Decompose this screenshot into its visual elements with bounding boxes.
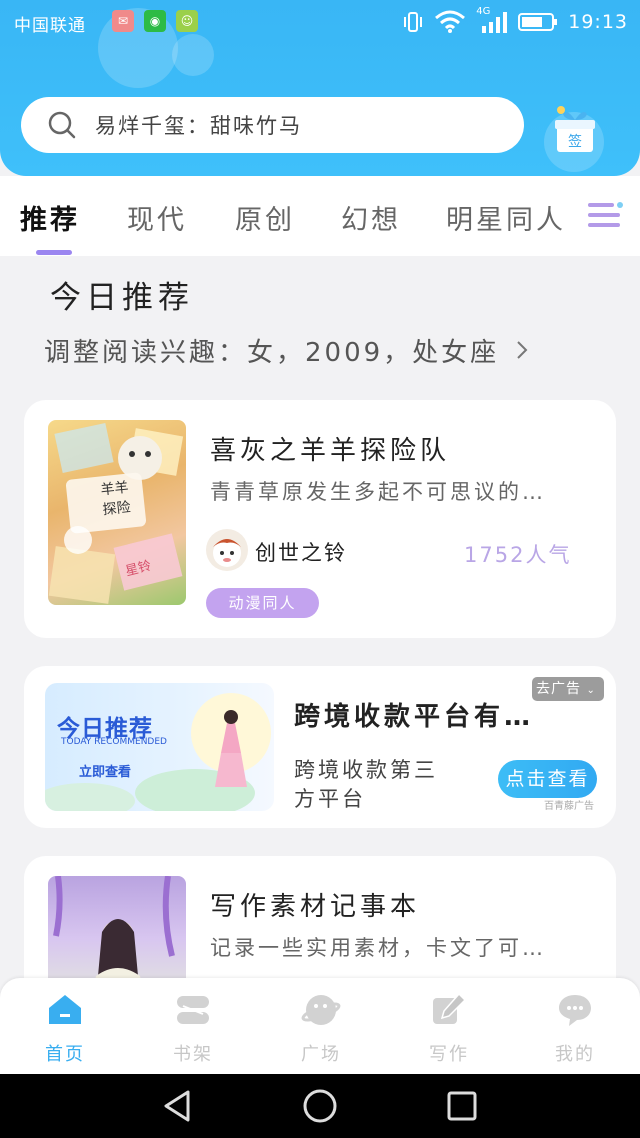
tab-menu-button[interactable] bbox=[578, 198, 630, 234]
nav-profile[interactable]: 我的 bbox=[535, 986, 615, 1068]
header: 中国联通 ✉ ◉ ☺ 4G 19:13 易烊千玺：甜味竹马 签 bbox=[0, 0, 640, 176]
section-title: 今日推荐 bbox=[50, 280, 194, 316]
carrier-label: 中国联通 bbox=[14, 16, 86, 36]
search-icon bbox=[48, 111, 76, 139]
back-icon[interactable] bbox=[160, 1088, 196, 1124]
cover-text: 探险 bbox=[102, 499, 132, 518]
ad-description-line1: 跨境收款第三 bbox=[294, 758, 438, 782]
bookshelf-icon bbox=[177, 996, 209, 1024]
wechat-icon: ◉ bbox=[144, 10, 166, 32]
home-icon bbox=[49, 995, 81, 1024]
recents-icon[interactable] bbox=[444, 1088, 480, 1124]
status-bar: 中国联通 ✉ ◉ ☺ 4G 19:13 bbox=[0, 0, 640, 44]
ad-source-label: 百青藤广告 bbox=[544, 801, 594, 812]
plaza-icon bbox=[301, 995, 341, 1025]
nav-write[interactable]: 写作 bbox=[409, 986, 489, 1068]
tab-celebrity-fanfic[interactable]: 明星同人 bbox=[446, 198, 566, 237]
app-notification-icon: ☺ bbox=[176, 10, 198, 32]
nav-bookshelf[interactable]: 书架 bbox=[153, 986, 233, 1068]
remove-ad-label: 去广告 bbox=[536, 681, 581, 697]
book-cover: 羊羊 探险 星铃 bbox=[48, 420, 186, 605]
status-right: 4G 19:13 bbox=[402, 6, 628, 34]
search-bar[interactable]: 易烊千玺：甜味竹马 bbox=[21, 97, 524, 153]
nav-plaza[interactable]: 广场 bbox=[281, 986, 361, 1068]
ad-description-line2: 方平台 bbox=[294, 787, 366, 811]
home-circle-icon[interactable] bbox=[302, 1088, 338, 1124]
cover-text: 羊羊 bbox=[100, 480, 130, 499]
nav-home[interactable]: 首页 bbox=[25, 986, 105, 1068]
ad-banner-subtitle: TODAY RECOMMENDED bbox=[61, 737, 167, 747]
chevron-right-icon bbox=[517, 341, 528, 359]
book-title[interactable]: 喜灰之羊羊探险队 bbox=[210, 430, 450, 467]
system-nav-bar bbox=[0, 1074, 640, 1138]
book-title[interactable]: 写作素材记事本 bbox=[210, 886, 420, 923]
tab-recommend[interactable]: 推荐 bbox=[20, 198, 80, 237]
bottom-nav: 首页 书架 广场 写作 我的 bbox=[0, 978, 640, 1074]
reading-interest-text: 调整阅读兴趣：女，2009，处女座 bbox=[44, 338, 500, 368]
author-avatar[interactable] bbox=[206, 529, 248, 571]
signin-label: 签 bbox=[568, 133, 582, 150]
genre-tag[interactable]: 动漫同人 bbox=[206, 588, 319, 618]
book-description: 记录一些实用素材，卡文了可… bbox=[210, 936, 546, 960]
signal-icon: 4G bbox=[476, 6, 508, 34]
nav-home-label: 首页 bbox=[45, 1044, 85, 1065]
reading-interest-link[interactable]: 调整阅读兴趣：女，2009，处女座 bbox=[44, 332, 530, 369]
ad-banner: 今日推荐 TODAY RECOMMENDED 立即查看 bbox=[45, 683, 274, 811]
nav-plaza-label: 广场 bbox=[301, 1044, 341, 1065]
remove-ad-button[interactable]: 去广告 ⌄ bbox=[532, 677, 604, 701]
book-card[interactable]: 羊羊 探险 星铃 喜灰之羊羊探险队 青青草原发生多起不可思议的… 创世之铃 17… bbox=[24, 400, 616, 638]
ad-title[interactable]: 跨境收款平台有… bbox=[294, 696, 534, 733]
signin-gift-icon[interactable]: 签 bbox=[545, 104, 603, 162]
nav-bookshelf-label: 书架 bbox=[173, 1044, 213, 1065]
tab-indicator bbox=[36, 250, 72, 255]
battery-icon bbox=[518, 13, 558, 31]
ad-card[interactable]: 今日推荐 TODAY RECOMMENDED 立即查看 跨境收款平台有… 跨境收… bbox=[24, 666, 616, 828]
pen-icon bbox=[433, 992, 467, 1024]
nav-write-label: 写作 bbox=[429, 1044, 469, 1065]
vibrate-icon bbox=[404, 12, 423, 32]
clock: 19:13 bbox=[568, 11, 628, 33]
nav-profile-label: 我的 bbox=[555, 1044, 595, 1065]
menu-icon bbox=[588, 202, 623, 227]
wifi-icon bbox=[435, 10, 466, 33]
book-description: 青青草原发生多起不可思议的… bbox=[210, 480, 546, 504]
tab-modern[interactable]: 现代 bbox=[127, 198, 187, 237]
popularity-count: 1752人气 bbox=[464, 543, 572, 567]
ad-banner-button: 立即查看 bbox=[79, 765, 132, 780]
ad-cta-button[interactable]: 点击查看 bbox=[498, 760, 597, 798]
tab-fantasy[interactable]: 幻想 bbox=[341, 198, 401, 237]
tab-original[interactable]: 原创 bbox=[235, 198, 295, 237]
category-tabs: 推荐 现代 原创 幻想 明星同人 bbox=[0, 176, 640, 256]
chevron-down-icon: ⌄ bbox=[586, 685, 596, 696]
author-name[interactable]: 创世之铃 bbox=[255, 537, 347, 567]
profile-icon bbox=[559, 995, 591, 1026]
search-query: 易烊千玺：甜味竹马 bbox=[95, 114, 302, 138]
mail-app-icon: ✉ bbox=[112, 10, 134, 32]
